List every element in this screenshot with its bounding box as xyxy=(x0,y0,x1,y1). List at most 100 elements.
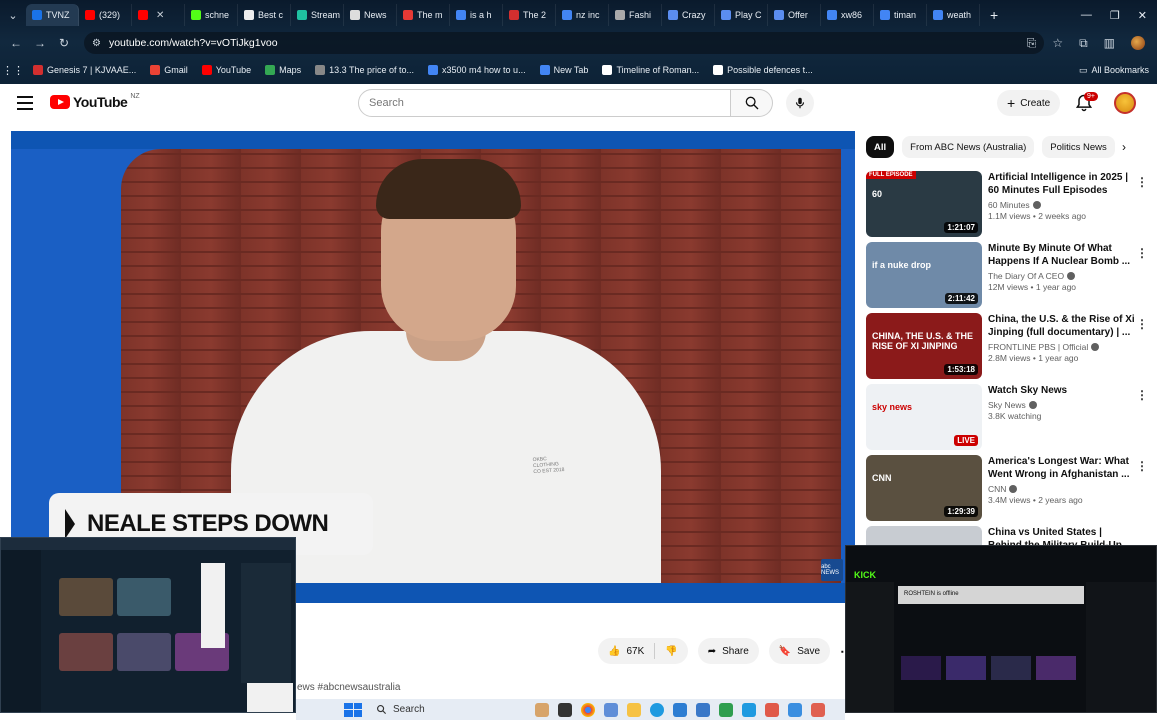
browser-tab[interactable]: xw86 xyxy=(821,4,874,26)
video-thumbnail[interactable]: CNN 1:29:39 xyxy=(866,455,982,521)
extensions-icon[interactable]: ⧉ xyxy=(1079,36,1088,51)
minimize-icon[interactable]: — xyxy=(1081,9,1092,22)
video-thumbnail[interactable]: CHINA, THE U.S. & THE RISE OF XI JINPING… xyxy=(866,313,982,379)
channel-name[interactable]: FRONTLINE PBS | Official xyxy=(988,342,1088,352)
create-button[interactable]: + Create xyxy=(997,90,1061,116)
browser-tab[interactable]: weath xyxy=(927,4,980,26)
bookmark-item[interactable]: Maps xyxy=(258,65,308,75)
video-thumbnail[interactable]: sky news LIVE xyxy=(866,384,982,450)
browser-tab[interactable]: Play C xyxy=(715,4,768,26)
share-button[interactable]: ➦ Share xyxy=(697,638,759,664)
browser-tab[interactable]: ✕ xyxy=(132,4,185,26)
more-options-icon[interactable]: ⋮ xyxy=(1136,317,1148,331)
taskbar-app-icon[interactable] xyxy=(742,702,756,717)
edge-taskbar-icon[interactable] xyxy=(650,702,664,717)
search-input[interactable]: Search xyxy=(358,89,731,117)
taskbar-app-icon[interactable] xyxy=(765,702,779,717)
filter-chip[interactable]: All xyxy=(866,136,895,158)
filter-chip[interactable]: From ABC News (Australia) xyxy=(902,136,1035,158)
all-bookmarks-button[interactable]: ▭ All Bookmarks xyxy=(1079,65,1157,76)
channel-name[interactable]: The Diary Of A CEO xyxy=(988,271,1064,281)
install-icon[interactable]: ⎘ xyxy=(1027,36,1037,51)
back-icon[interactable]: ← xyxy=(4,36,28,50)
tab-search-chevron[interactable]: ⌄ xyxy=(0,9,26,22)
close-icon[interactable]: ✕ xyxy=(1138,9,1147,22)
folder-taskbar-icon[interactable] xyxy=(627,702,641,717)
sidebar-icon[interactable]: ▥ xyxy=(1104,36,1115,50)
taskbar-app-icon[interactable] xyxy=(604,702,618,717)
taskbar-search[interactable]: Search xyxy=(376,704,526,715)
browser-tab[interactable]: Crazy xyxy=(662,4,715,26)
profile-avatar[interactable] xyxy=(1131,36,1145,50)
taskbar-app-icon[interactable] xyxy=(535,702,549,717)
address-bar[interactable]: ⚙ youtube.com/watch?v=vOTiJkg1voo xyxy=(84,32,1044,54)
bookmark-star-icon[interactable]: ☆ xyxy=(1052,36,1063,50)
related-video-item[interactable]: 60 FULL EPISODE 1:21:07 Artificial Intellig… xyxy=(866,171,1151,237)
more-options-icon[interactable]: ⋮ xyxy=(1136,459,1148,473)
browser-tab[interactable]: nz inc xyxy=(556,4,609,26)
related-video-item[interactable]: CNN 1:29:39 America's Longest War: What We… xyxy=(866,455,1151,521)
casino-window-overlay[interactable] xyxy=(0,537,296,713)
more-options-icon[interactable]: ⋮ xyxy=(1136,246,1148,260)
channel-name[interactable]: CNN xyxy=(988,484,1006,494)
chrome-taskbar-icon[interactable] xyxy=(581,702,595,717)
video-title[interactable]: Artificial Intelligence in 2025 | 60 Min… xyxy=(988,171,1138,197)
youtube-logo[interactable]: YouTube NZ xyxy=(50,93,140,110)
browser-tab[interactable]: Best c xyxy=(238,4,291,26)
site-info-icon[interactable]: ⚙ xyxy=(92,38,101,49)
bookmark-item[interactable]: Possible defences t... xyxy=(706,65,820,75)
bookmark-item[interactable]: 13.3 The price of to... xyxy=(308,65,421,75)
browser-tab[interactable]: (329) xyxy=(79,4,132,26)
forward-icon[interactable]: → xyxy=(28,36,52,50)
bookmark-item[interactable]: YouTube xyxy=(195,65,258,75)
video-thumbnail[interactable]: if a nuke drop 2:11:42 xyxy=(866,242,982,308)
browser-tab[interactable]: is a h xyxy=(450,4,503,26)
dislike-button[interactable]: 👎 xyxy=(655,638,687,664)
bookmark-item[interactable]: Genesis 7 | KJVAAE... xyxy=(26,65,143,75)
browser-tab[interactable]: The m xyxy=(397,4,450,26)
bookmark-item[interactable]: Gmail xyxy=(143,65,195,75)
browser-tab[interactable]: TVNZ xyxy=(26,4,79,26)
video-title[interactable]: America's Longest War: What Went Wrong i… xyxy=(988,455,1138,481)
voice-search-button[interactable] xyxy=(786,89,814,117)
more-options-icon[interactable]: ⋮ xyxy=(1136,388,1148,402)
chevron-right-icon[interactable]: › xyxy=(1122,140,1126,154)
video-player[interactable]: OKBC CLOTHING CO EST 2018 NEALE STEPS DO… xyxy=(11,131,855,603)
video-thumbnail[interactable]: 60 FULL EPISODE 1:21:07 xyxy=(866,171,982,237)
description-hashtags[interactable]: ews #abcnewsaustralia xyxy=(297,682,400,693)
search-button[interactable] xyxy=(731,89,773,117)
bookmark-item[interactable]: New Tab xyxy=(533,65,596,75)
save-button[interactable]: 🔖 Save xyxy=(768,638,831,664)
taskbar-app-icon[interactable] xyxy=(558,702,572,717)
video-title[interactable]: Watch Sky News xyxy=(988,384,1138,397)
taskbar-app-icon[interactable] xyxy=(719,702,733,717)
bookmark-item[interactable]: Timeline of Roman... xyxy=(595,65,706,75)
tab-close-icon[interactable]: ✕ xyxy=(156,10,164,21)
channel-name[interactable]: Sky News xyxy=(988,400,1026,410)
browser-tab[interactable]: The 2 xyxy=(503,4,556,26)
new-tab-button[interactable]: + xyxy=(980,7,1008,23)
browser-tab[interactable]: Fashi xyxy=(609,4,662,26)
taskbar-app-icon[interactable] xyxy=(788,702,802,717)
browser-tab[interactable]: Stream xyxy=(291,4,344,26)
like-button[interactable]: 👍 67K xyxy=(598,638,654,664)
browser-tab[interactable]: schne xyxy=(185,4,238,26)
video-title[interactable]: Minute By Minute Of What Happens If A Nu… xyxy=(988,242,1138,268)
reload-icon[interactable]: ↻ xyxy=(52,36,76,50)
menu-icon[interactable] xyxy=(17,96,33,110)
video-title[interactable]: China, the U.S. & the Rise of Xi Jinping… xyxy=(988,313,1138,339)
taskbar-app-icon[interactable] xyxy=(696,702,710,717)
filter-chip[interactable]: Politics News xyxy=(1042,136,1115,158)
bookmark-item[interactable]: x3500 m4 how to u... xyxy=(421,65,533,75)
taskbar-app-icon[interactable] xyxy=(811,702,825,717)
related-video-item[interactable]: if a nuke drop 2:11:42 Minute By Minute Of… xyxy=(866,242,1151,308)
browser-tab[interactable]: News xyxy=(344,4,397,26)
maximize-icon[interactable]: ❐ xyxy=(1110,9,1120,22)
taskbar-app-icon[interactable] xyxy=(673,702,687,717)
account-avatar[interactable] xyxy=(1114,92,1136,114)
windows-start-icon[interactable] xyxy=(344,702,362,717)
browser-tab[interactable]: Offer xyxy=(768,4,821,26)
related-video-item[interactable]: sky news LIVE Watch Sky News Sky News 3.8K w… xyxy=(866,384,1151,450)
channel-name[interactable]: 60 Minutes xyxy=(988,200,1030,210)
related-video-item[interactable]: CHINA, THE U.S. & THE RISE OF XI JINPING… xyxy=(866,313,1151,379)
